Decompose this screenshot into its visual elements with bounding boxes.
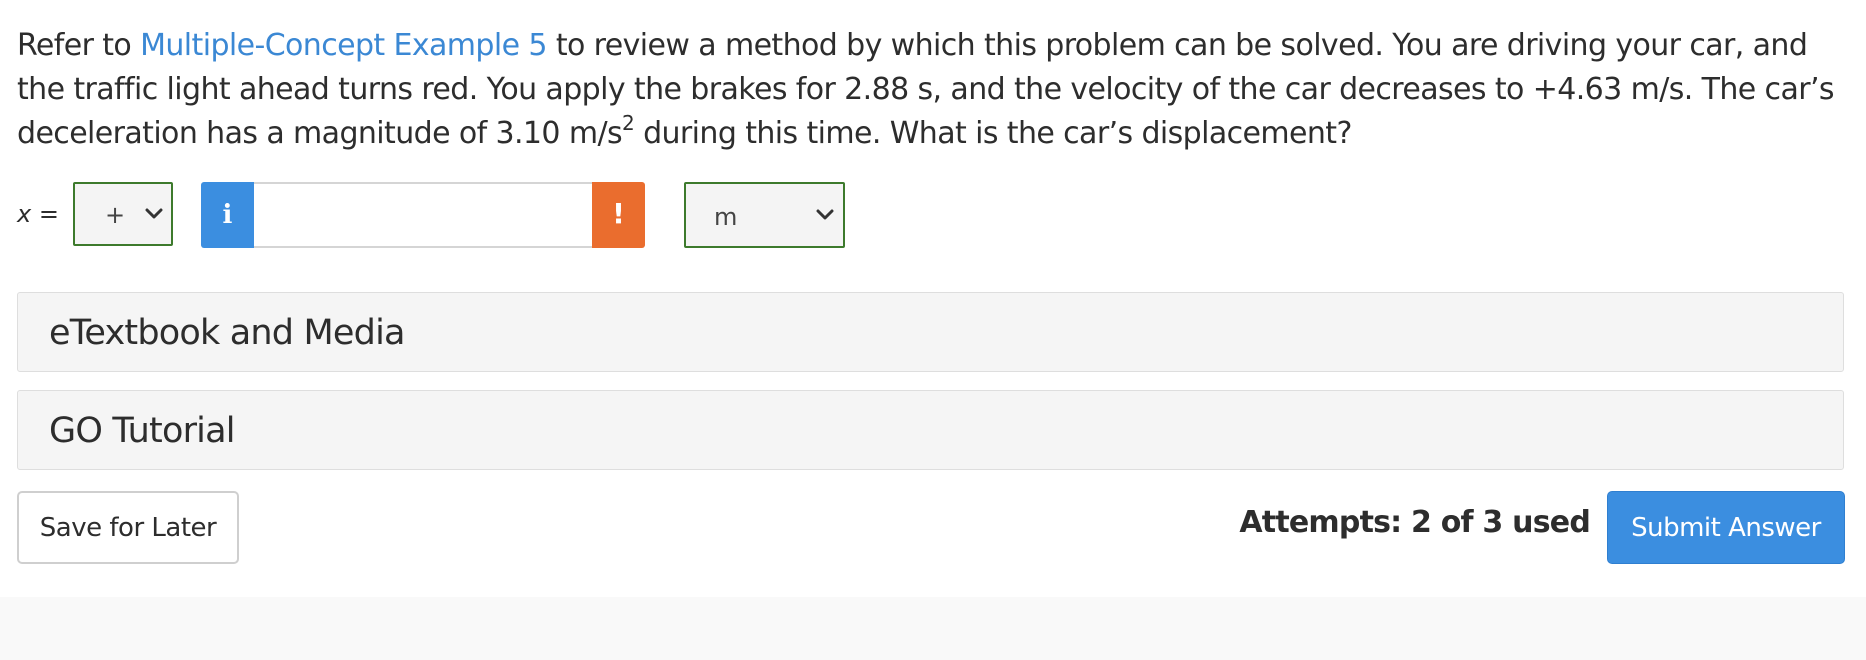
- sign-select-value: +: [105, 201, 126, 229]
- attempts-counter: Attempts: 2 of 3 used: [1239, 505, 1590, 540]
- equals-sign: =: [31, 200, 59, 228]
- etextbook-panel[interactable]: eTextbook and Media: [17, 292, 1844, 372]
- example-link[interactable]: Multiple-Concept Example 5: [140, 28, 547, 63]
- info-icon: i: [222, 200, 233, 230]
- go-tutorial-panel[interactable]: GO Tutorial: [17, 390, 1844, 470]
- question-prefix: Refer to: [17, 28, 141, 63]
- question-superscript: 2: [622, 111, 635, 135]
- etextbook-panel-title: eTextbook and Media: [49, 313, 405, 353]
- submit-answer-button[interactable]: Submit Answer: [1607, 491, 1845, 564]
- question-content: Refer to Multiple-Concept Example 5 to r…: [0, 0, 1866, 597]
- variable-label: x =: [17, 200, 59, 228]
- go-tutorial-panel-title: GO Tutorial: [49, 411, 235, 451]
- answer-row: x = + i ! m: [0, 182, 900, 248]
- warning-button[interactable]: !: [592, 182, 645, 248]
- question-body-part2: during this time. What is the car’s disp…: [634, 116, 1352, 151]
- sign-select[interactable]: +: [73, 182, 173, 246]
- exclamation-icon: !: [612, 197, 625, 230]
- chevron-down-icon: [816, 209, 834, 220]
- unit-select-value: m: [714, 203, 738, 231]
- unit-select[interactable]: m: [684, 182, 845, 248]
- variable-name: x: [17, 200, 32, 228]
- answer-input[interactable]: [254, 182, 592, 248]
- save-for-later-button[interactable]: Save for Later: [17, 491, 239, 564]
- page: Refer to Multiple-Concept Example 5 to r…: [0, 0, 1866, 660]
- info-button[interactable]: i: [201, 182, 254, 248]
- footer-band: [0, 597, 1866, 660]
- question-text: Refer to Multiple-Concept Example 5 to r…: [17, 24, 1837, 156]
- chevron-down-icon: [145, 208, 163, 219]
